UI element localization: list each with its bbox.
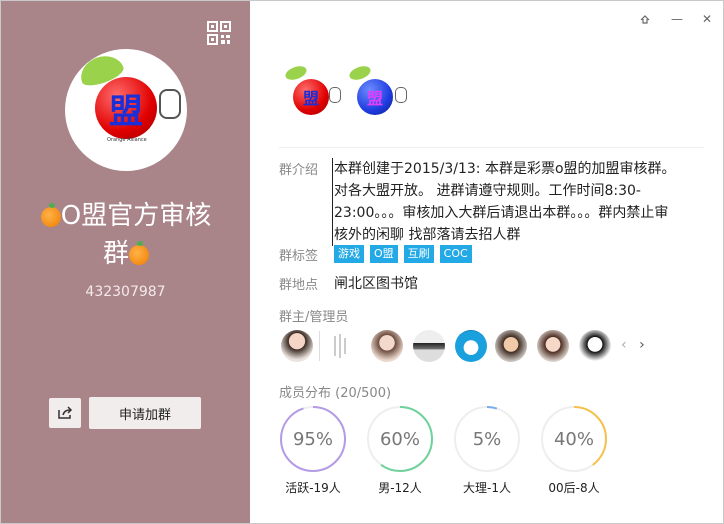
group-id: 432307987 xyxy=(85,284,166,300)
divider xyxy=(279,147,704,148)
admin-nav: ‹ › xyxy=(621,337,645,353)
group-name-line1: O盟官方审核 xyxy=(60,201,212,231)
stat-percent: 60% xyxy=(379,428,420,450)
stat-ring-male: 60% xyxy=(366,405,434,473)
stat-percent: 5% xyxy=(472,428,502,450)
admin-avatar[interactable] xyxy=(371,330,403,362)
join-group-button[interactable]: 申请加群 xyxy=(89,397,201,429)
location-value[interactable]: 闸北区图书馆 xyxy=(334,273,418,293)
stat-label: 大理-1人 xyxy=(463,481,511,495)
chevron-right-icon[interactable]: › xyxy=(639,337,645,353)
share-icon xyxy=(58,406,73,419)
group-info-window: 盟 Orange Alliance O盟官方审核 群 432307987 申请加… xyxy=(0,0,724,524)
group-name: O盟官方审核 群 xyxy=(19,197,233,273)
close-button[interactable]: ✕ xyxy=(699,11,715,27)
thumbs-up-icon xyxy=(159,89,181,119)
avatar-subtext: Orange Alliance xyxy=(107,137,147,143)
group-name-line2: 群 xyxy=(102,239,129,269)
admin-avatar[interactable] xyxy=(413,330,445,362)
admin-avatar[interactable] xyxy=(281,330,313,362)
admins-label: 群主/管理员 xyxy=(279,310,349,325)
orange-icon xyxy=(129,240,149,265)
admin-avatar[interactable] xyxy=(537,330,569,362)
stat-ring-city: 5% xyxy=(453,405,521,473)
location-label: 群地点 xyxy=(279,278,319,293)
share-button[interactable] xyxy=(49,398,81,428)
avatar-logo: 盟 xyxy=(95,77,157,139)
members-label-text: 成员分布 xyxy=(279,386,332,401)
admin-divider xyxy=(319,331,320,361)
admin-avatar[interactable] xyxy=(331,330,349,362)
members-count: (20/500) xyxy=(335,386,392,401)
minimize-button[interactable]: — xyxy=(669,11,685,27)
pin-icon[interactable] xyxy=(637,11,653,27)
chevron-left-icon[interactable]: ‹ xyxy=(621,337,627,353)
logo-red: 盟 xyxy=(293,79,329,115)
stat-percent: 95% xyxy=(292,428,333,450)
orange-icon xyxy=(40,202,61,227)
stat-ring-age: 40% xyxy=(540,405,608,473)
stat-label: 00后-8人 xyxy=(548,481,600,495)
stat-percent: 40% xyxy=(553,428,594,450)
members-label: 成员分布 (20/500) xyxy=(279,382,391,401)
stat-ring-active: 95% xyxy=(279,405,347,473)
tag-list: 游戏 O盟 互刷 COC xyxy=(334,245,472,263)
intro-label: 群介绍 xyxy=(279,163,319,178)
tag-item[interactable]: COC xyxy=(439,245,472,263)
thumbs-up-icon xyxy=(395,87,407,103)
intro-text: 本群创建于2015/3/13: 本群是彩票o盟的加盟审核群。对各大盟开放。 进群… xyxy=(332,158,678,246)
admin-avatar[interactable] xyxy=(495,330,527,362)
tag-item[interactable]: O盟 xyxy=(370,245,398,263)
group-avatar[interactable]: 盟 Orange Alliance xyxy=(65,49,187,171)
tags-label: 群标签 xyxy=(279,249,319,264)
tag-item[interactable]: 互刷 xyxy=(403,245,434,263)
admin-avatar[interactable] xyxy=(579,330,611,362)
profile-panel: 盟 Orange Alliance O盟官方审核 群 432307987 申请加… xyxy=(1,1,250,523)
tag-item[interactable]: 游戏 xyxy=(334,245,364,263)
admin-avatar[interactable] xyxy=(455,330,487,362)
qr-code-icon[interactable] xyxy=(207,21,231,45)
group-logos: 盟 盟 xyxy=(281,63,421,125)
logo-blue: 盟 xyxy=(357,79,393,115)
thumbs-up-icon xyxy=(329,87,341,103)
stat-label: 男-12人 xyxy=(378,481,422,495)
stat-label: 活跃-19人 xyxy=(285,481,341,495)
